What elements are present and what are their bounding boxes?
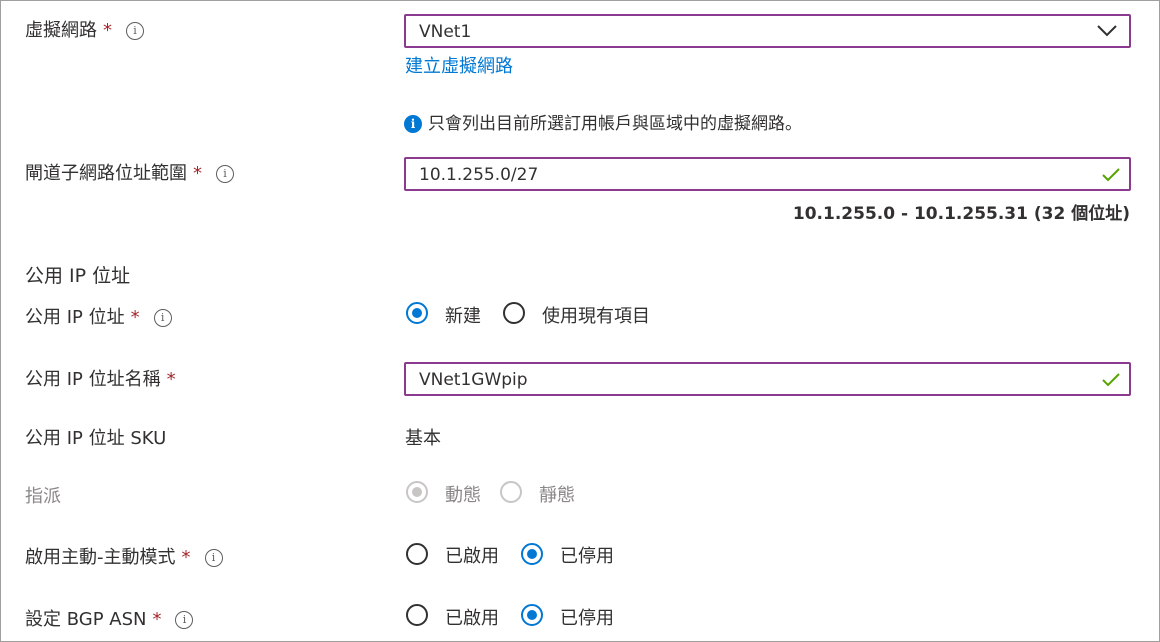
check-icon [1102, 168, 1120, 182]
radio-bgp-disabled-label[interactable]: 已停用 [560, 604, 614, 630]
bgp-label: 設定 BGP ASN [25, 609, 147, 630]
radio-static [500, 481, 522, 503]
public-ip-name-label-row: 公用 IP 位址名稱 * [25, 365, 176, 391]
bgp-label-row: 設定 BGP ASN * i [25, 605, 194, 631]
required-marker: * [193, 163, 202, 184]
public-ip-label-row: 公用 IP 位址 * i [25, 303, 172, 329]
active-active-label-row: 啟用主動-主動模式 * i [25, 543, 223, 569]
info-icon[interactable]: i [204, 549, 223, 567]
radio-active-active-enabled-label[interactable]: 已啟用 [445, 542, 499, 568]
vnet-dropdown-value: VNet1 [419, 22, 472, 42]
radio-dynamic-label: 動態 [445, 485, 481, 506]
info-icon[interactable]: i [216, 165, 234, 183]
required-marker: * [181, 547, 191, 568]
info-icon[interactable]: i [153, 309, 172, 327]
public-ip-label: 公用 IP 位址 [25, 307, 125, 328]
public-ip-name-input[interactable]: VNet1GWpip [404, 362, 1131, 396]
radio-bgp-enabled-label[interactable]: 已啟用 [445, 604, 499, 630]
public-ip-name-input-value: VNet1GWpip [419, 370, 528, 390]
radio-active-active-disabled-label[interactable]: 已停用 [560, 542, 614, 568]
vnet-note: i 只會列出目前所選訂用帳戶與區域中的虛擬網路。 [404, 109, 802, 134]
vnet-label-row: 虛擬網路 * i [25, 16, 144, 42]
required-marker: * [130, 307, 140, 328]
public-ip-sku-label: 公用 IP 位址 SKU [25, 428, 167, 449]
gateway-subnet-label-row: 閘道子網路位址範圍 * i [25, 159, 234, 185]
address-range-text: 10.1.255.0 - 10.1.255.31 (32 個位址) [792, 204, 1130, 224]
required-marker: * [152, 609, 162, 630]
info-icon[interactable]: i [126, 22, 144, 40]
required-marker: * [166, 369, 176, 390]
vnet-label: 虛擬網路 [25, 20, 97, 41]
radio-create-new-label[interactable]: 新建 [445, 302, 481, 328]
required-marker: * [103, 20, 112, 41]
vnet-note-text: 只會列出目前所選訂用帳戶與區域中的虛擬網路。 [428, 114, 802, 134]
active-active-label: 啟用主動-主動模式 [25, 547, 176, 568]
public-ip-section-title: 公用 IP 位址 [25, 265, 131, 287]
radio-active-active-enabled[interactable] [406, 543, 428, 565]
vnet-dropdown[interactable]: VNet1 [404, 14, 1131, 48]
radio-dynamic [406, 481, 428, 503]
radio-use-existing-label[interactable]: 使用現有項目 [542, 302, 650, 328]
gateway-subnet-input-value: 10.1.255.0/27 [419, 165, 539, 185]
radio-create-new[interactable] [406, 302, 428, 324]
assignment-label: 指派 [25, 486, 61, 507]
radio-bgp-disabled[interactable] [521, 604, 543, 626]
gateway-subnet-label: 閘道子網路位址範圍 [25, 163, 187, 184]
info-filled-icon: i [404, 115, 422, 133]
radio-static-label: 靜態 [539, 485, 575, 506]
check-icon [1102, 373, 1120, 387]
info-icon[interactable]: i [175, 611, 194, 629]
chevron-down-icon [1097, 25, 1117, 37]
create-vnet-link[interactable]: 建立虛擬網路 [405, 52, 513, 78]
radio-use-existing[interactable] [503, 302, 525, 324]
radio-bgp-enabled[interactable] [406, 604, 428, 626]
radio-active-active-disabled[interactable] [521, 543, 543, 565]
public-ip-sku-value: 基本 [405, 428, 441, 449]
gateway-subnet-input[interactable]: 10.1.255.0/27 [404, 157, 1131, 191]
public-ip-name-label: 公用 IP 位址名稱 [25, 369, 161, 390]
